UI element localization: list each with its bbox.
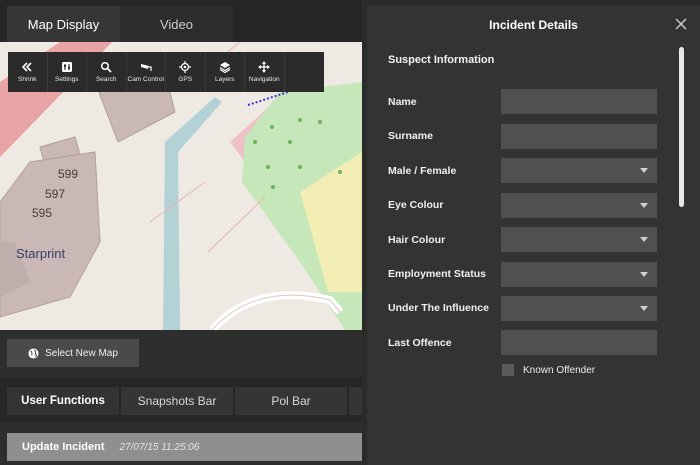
- chevron-down-icon: [640, 168, 648, 173]
- chevron-down-icon: [640, 237, 648, 242]
- app-root: Map Display Video 599 597 595 Starprint …: [0, 0, 700, 465]
- panel-title: Incident Details: [489, 18, 578, 32]
- name-label: Name: [388, 96, 417, 108]
- search-label: Search: [95, 76, 117, 83]
- chevron-down-icon: [640, 272, 648, 277]
- update-incident-label: Update Incident: [22, 441, 105, 453]
- pol-bar-tab[interactable]: Pol Bar: [235, 387, 347, 415]
- double-chevron-left-icon: [22, 62, 32, 72]
- map-label-595: 595: [32, 206, 53, 220]
- employment-status-select[interactable]: [501, 262, 657, 287]
- layers-icon: [219, 62, 231, 73]
- employment-status-label: Employment Status: [388, 268, 487, 280]
- snapshots-bar-tab[interactable]: Snapshots Bar: [121, 387, 233, 415]
- tabs-filler: [233, 6, 362, 42]
- shrink-label: Shrink: [18, 76, 37, 83]
- search-icon: [101, 61, 112, 73]
- known-offender-label: Known Offender: [523, 364, 596, 376]
- last-offence-field[interactable]: [501, 330, 657, 355]
- last-offence-label: Last Offence: [388, 337, 452, 349]
- update-incident-button[interactable]: Update Incident 27/07/15 11:25:06: [7, 433, 362, 461]
- globe-icon: [28, 347, 39, 359]
- panel-scrollbar[interactable]: [679, 47, 684, 207]
- tab-video[interactable]: Video: [120, 6, 233, 42]
- name-field[interactable]: [501, 89, 657, 114]
- sliders-icon: [61, 62, 72, 72]
- gps-label: GPS: [178, 76, 193, 83]
- update-timestamp: 27/07/15 11:25:06: [119, 441, 200, 453]
- cam-control-button[interactable]: Cam Control: [127, 52, 166, 92]
- gps-button[interactable]: GPS: [166, 52, 206, 92]
- surname-field[interactable]: [501, 124, 657, 149]
- close-icon[interactable]: [673, 16, 689, 32]
- tab-map-display[interactable]: Map Display: [7, 6, 120, 42]
- under-influence-label: Under The Influence: [388, 302, 489, 314]
- map-pane: Map Display Video 599 597 595 Starprint …: [0, 0, 362, 465]
- chevron-down-icon: [640, 203, 648, 208]
- map-label-599: 599: [58, 167, 79, 181]
- toolbar-extra-slot[interactable]: [285, 52, 325, 92]
- cctv-camera-icon: [140, 64, 152, 71]
- known-offender-checkbox[interactable]: [502, 364, 514, 376]
- navigation-label: Navigation: [248, 76, 280, 83]
- functions-more-tab[interactable]: [349, 387, 362, 415]
- surname-label: Surname: [388, 130, 433, 142]
- layers-label: Layers: [214, 76, 235, 83]
- select-new-map-label: Select New Map: [45, 347, 118, 359]
- functions-bar: User Functions Snapshots Bar Pol Bar: [0, 377, 362, 422]
- view-tabs: Map Display Video: [0, 0, 362, 42]
- select-new-map-button[interactable]: Select New Map: [7, 339, 139, 367]
- map-label-starprint: Starprint: [16, 246, 66, 261]
- under-influence-select[interactable]: [501, 296, 657, 321]
- shrink-button[interactable]: Shrink: [8, 52, 48, 92]
- eye-colour-select[interactable]: [501, 193, 657, 218]
- section-title: Suspect Information: [388, 54, 495, 66]
- hair-colour-label: Hair Colour: [388, 234, 446, 246]
- settings-button[interactable]: Settings: [48, 52, 87, 92]
- map-toolbar: Shrink Settings Search Cam Control GPS L…: [8, 52, 324, 92]
- chevron-down-icon: [640, 306, 648, 311]
- move-arrows-icon: [258, 61, 271, 73]
- gender-select[interactable]: [501, 158, 657, 183]
- incident-details-panel: Incident Details Suspect Information Nam…: [367, 5, 700, 465]
- gps-target-icon: [179, 61, 192, 73]
- settings-label: Settings: [55, 76, 79, 83]
- search-button[interactable]: Search: [87, 52, 127, 92]
- navigation-button[interactable]: Navigation: [245, 52, 285, 92]
- known-offender-row: Known Offender: [502, 364, 595, 376]
- gender-label: Male / Female: [388, 165, 457, 177]
- eye-colour-label: Eye Colour: [388, 199, 444, 211]
- layers-button[interactable]: Layers: [206, 52, 245, 92]
- hair-colour-select[interactable]: [501, 227, 657, 252]
- user-functions-tab[interactable]: User Functions: [7, 387, 119, 415]
- map-label-597: 597: [45, 187, 66, 201]
- cam-control-label: Cam Control: [127, 76, 164, 83]
